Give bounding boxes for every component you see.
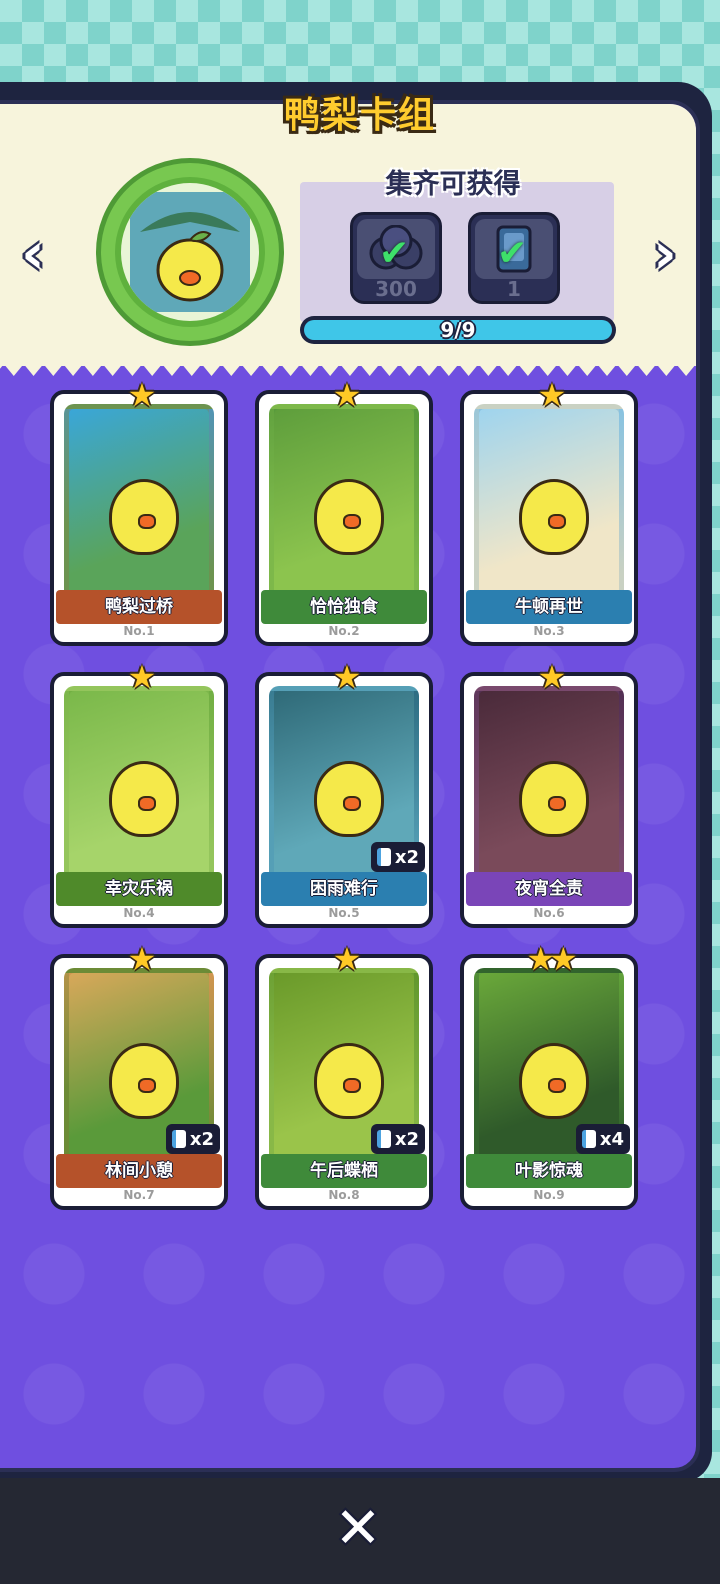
duck-pear-icon (109, 761, 179, 837)
reward-amount: 300 (375, 277, 417, 301)
card-title: 恰恰独食 (261, 590, 427, 624)
duplicate-count: x2 (394, 1128, 419, 1150)
card-title: 幸灾乐祸 (56, 872, 222, 906)
card-title: 鸭梨过桥 (56, 590, 222, 624)
duck-pear-icon (519, 761, 589, 837)
duck-pear-icon (109, 1043, 179, 1119)
card-number: No.1 (123, 624, 155, 638)
duplicate-count: x4 (599, 1128, 624, 1150)
card-art (474, 686, 624, 882)
card-item[interactable]: ★ 困雨难行 No.5 x2 (255, 658, 433, 928)
card-icon (581, 1130, 596, 1148)
set-medal (96, 158, 284, 346)
card-title: 困雨难行 (261, 872, 427, 906)
star-rating: ★ (332, 940, 362, 978)
next-set-button[interactable]: › (640, 219, 690, 287)
duck-pear-icon (314, 479, 384, 555)
star-rating: ★ (127, 940, 157, 978)
card-number: No.8 (328, 1188, 360, 1202)
card-number: No.6 (533, 906, 565, 920)
star-rating: ★★ (526, 940, 577, 978)
check-icon: ✔ (497, 233, 528, 274)
card-number: No.2 (328, 624, 360, 638)
duck-pear-icon (519, 1043, 589, 1119)
card-number: No.9 (533, 1188, 565, 1202)
collection-progress-bar: 9/9 (300, 316, 616, 344)
star-rating: ★ (332, 376, 362, 414)
card-title: 林间小憩 (56, 1154, 222, 1188)
card-item[interactable]: ★ 林间小憩 No.7 x2 (50, 940, 228, 1210)
duplicate-count-badge: x4 (575, 1124, 630, 1154)
card-item[interactable]: ★★ 叶影惊魂 No.9 x4 (460, 940, 638, 1210)
reward-coin: ✔ 300 (350, 212, 442, 304)
duplicate-count-badge: x2 (370, 842, 425, 872)
duplicate-count-badge: x2 (370, 1124, 425, 1154)
duck-pear-icon (314, 761, 384, 837)
card-number: No.4 (123, 906, 155, 920)
page-title: 鸭梨卡组 (283, 95, 436, 136)
duplicate-count: x2 (189, 1128, 214, 1150)
star-rating: ★ (127, 376, 157, 414)
card-number: No.7 (123, 1188, 155, 1202)
reward-card-pack: ✔ 1 (468, 212, 560, 304)
check-icon: ✔ (379, 233, 410, 274)
card-number: No.5 (328, 906, 360, 920)
duck-pear-icon (519, 479, 589, 555)
card-item[interactable]: ★ 牛顿再世 No.3 (460, 376, 638, 646)
duck-pear-icon (314, 1043, 384, 1119)
duplicate-count: x2 (394, 846, 419, 868)
card-art (64, 686, 214, 882)
card-item[interactable]: ★ 幸灾乐祸 No.4 (50, 658, 228, 928)
card-item[interactable]: ★ 鸭梨过桥 No.1 (50, 376, 228, 646)
card-item[interactable]: ★ 恰恰独食 No.2 (255, 376, 433, 646)
star-rating: ★ (332, 658, 362, 696)
duck-pear-icon (130, 192, 250, 312)
duplicate-count-badge: x2 (165, 1124, 220, 1154)
reward-title: 集齐可获得 (385, 169, 521, 200)
card-number: No.3 (533, 624, 565, 638)
reward-amount: 1 (507, 277, 521, 301)
medal-portrait (115, 177, 265, 327)
star-rating: ★ (537, 658, 567, 696)
previous-set-button[interactable]: ‹ (8, 219, 58, 287)
card-item[interactable]: ★ 午后蝶栖 No.8 x2 (255, 940, 433, 1210)
card-title: 牛顿再世 (466, 590, 632, 624)
star-rating: ★ (127, 658, 157, 696)
card-icon (376, 1130, 391, 1148)
reward-panel (300, 182, 614, 322)
card-icon (376, 848, 391, 866)
duck-pear-icon (109, 479, 179, 555)
card-art (64, 404, 214, 600)
progress-text: 9/9 (440, 318, 476, 342)
card-art (269, 404, 419, 600)
close-button[interactable]: ✕ (330, 1496, 386, 1561)
card-title: 午后蝶栖 (261, 1154, 427, 1188)
card-icon (171, 1130, 186, 1148)
card-art (474, 404, 624, 600)
star-rating: ★ (537, 376, 567, 414)
card-title: 叶影惊魂 (466, 1154, 632, 1188)
card-title: 夜宵全责 (466, 872, 632, 906)
card-item[interactable]: ★ 夜宵全责 No.6 (460, 658, 638, 928)
